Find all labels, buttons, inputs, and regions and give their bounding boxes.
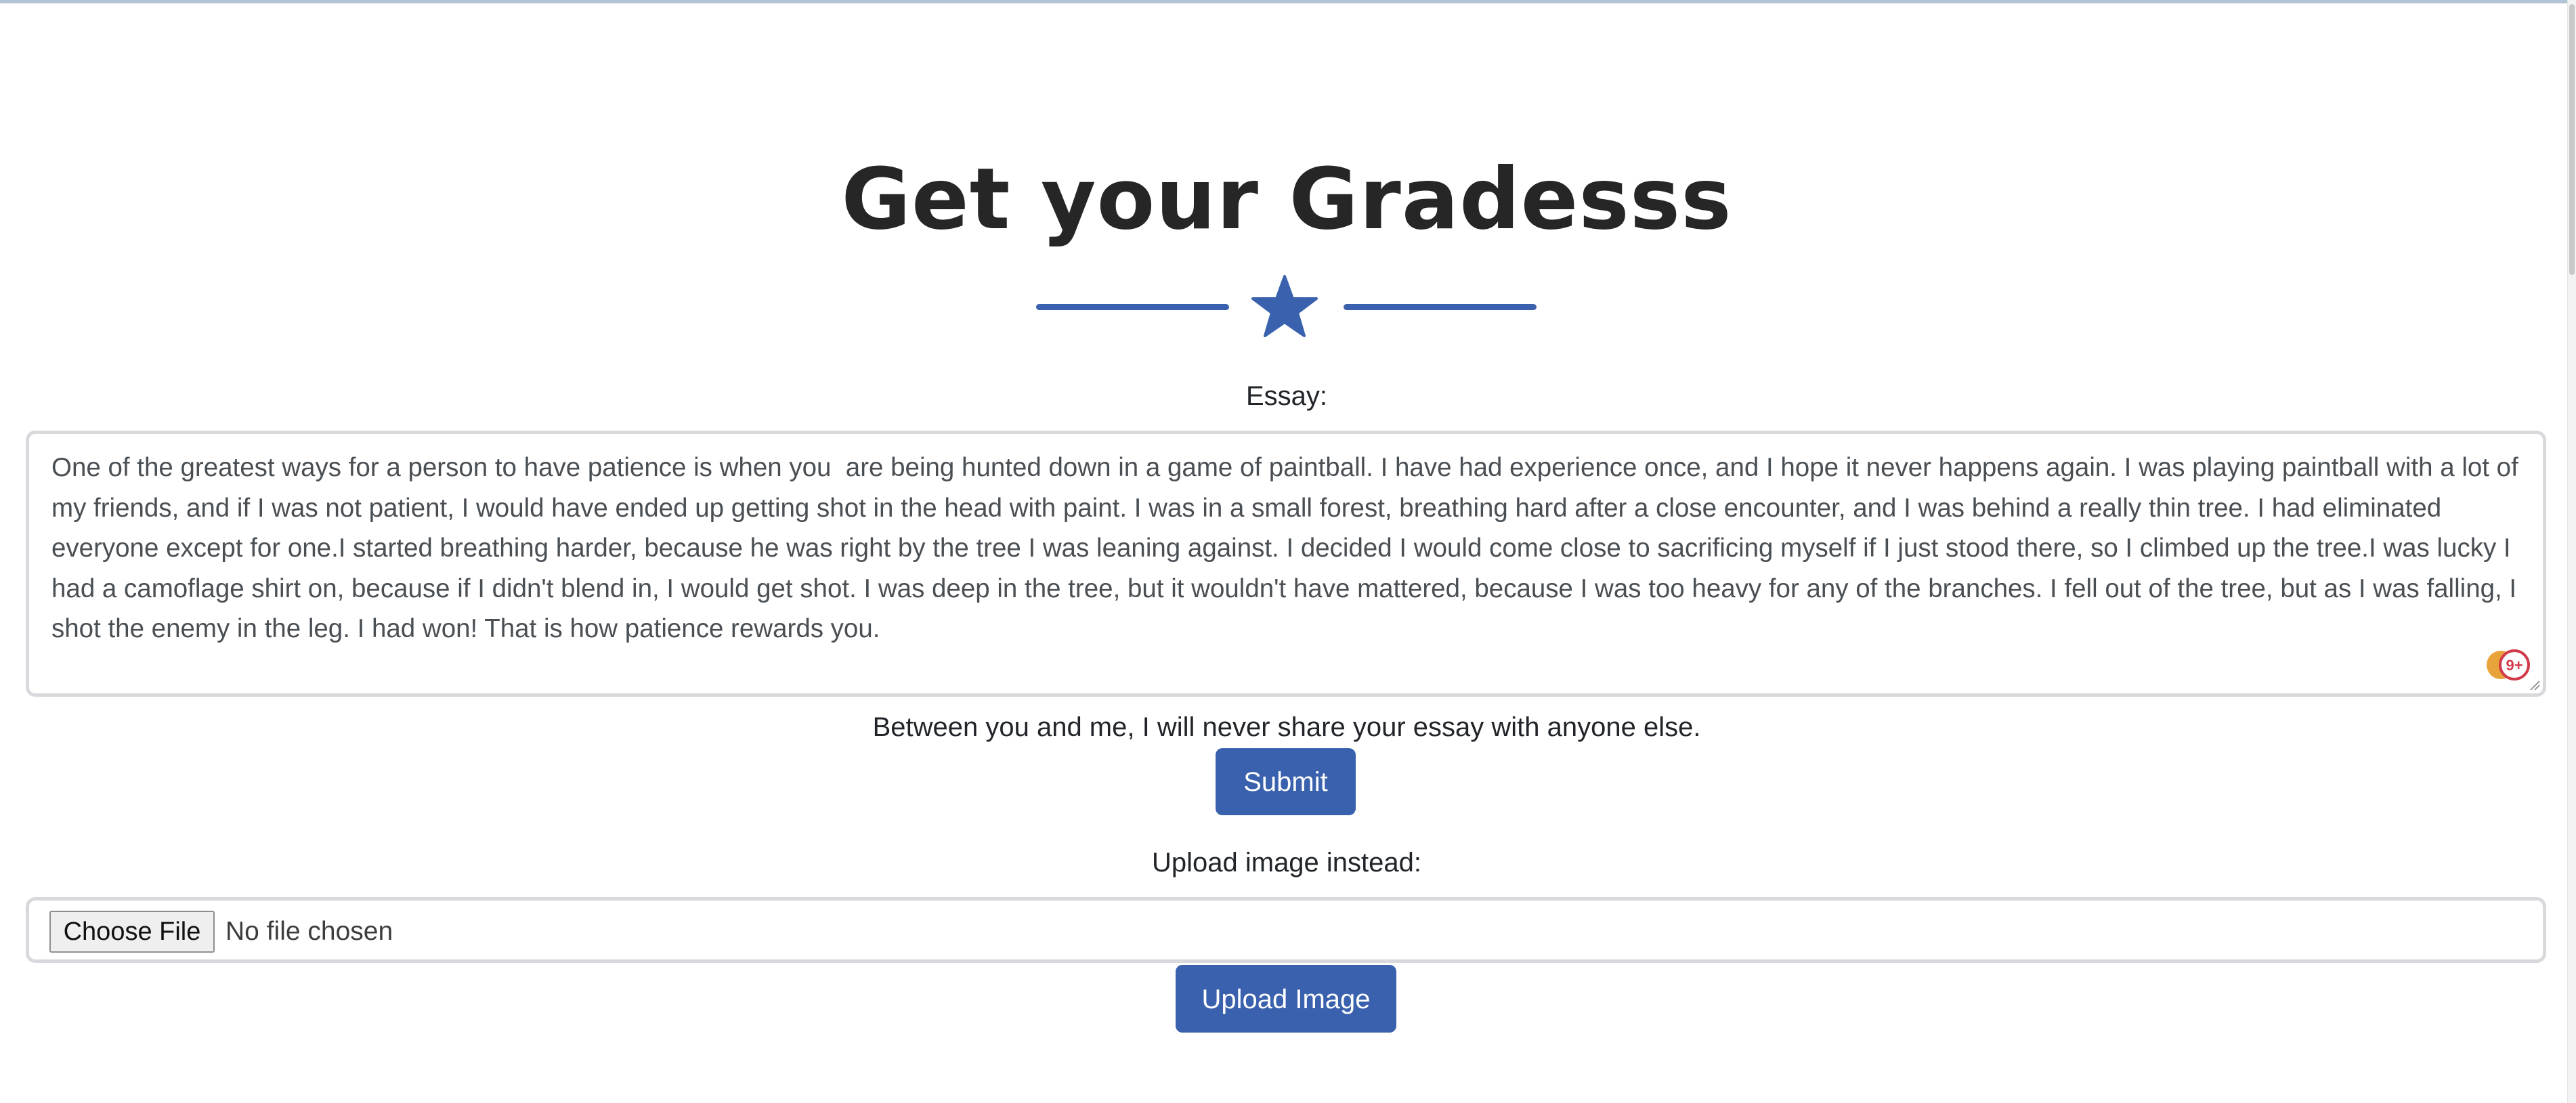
essay-label: Essay: (1245, 381, 1328, 411)
window-top-border (0, 0, 2576, 3)
privacy-note: Between you and me, I will never share y… (872, 712, 1701, 742)
divider-line-right (1344, 304, 1537, 310)
scrollbar-thumb[interactable] (2569, 4, 2575, 275)
grammar-badge-count: 9+ (2506, 657, 2523, 674)
file-status: No file chosen (226, 917, 393, 946)
upload-image-button[interactable]: Upload Image (1176, 965, 1396, 1033)
divider-line-left (1036, 304, 1229, 310)
submit-button[interactable]: Submit (1216, 748, 1356, 815)
essay-text[interactable]: One of the greatest ways for a person to… (51, 448, 2520, 649)
resize-grip-icon[interactable] (2528, 678, 2540, 691)
page-title: Get your Gradesss (841, 150, 1732, 248)
grammar-checker-icon[interactable]: 9+ (2485, 647, 2532, 683)
star-icon (1251, 275, 1318, 337)
essay-textarea[interactable]: One of the greatest ways for a person to… (26, 431, 2546, 697)
upload-label: Upload image instead: (1151, 848, 1422, 878)
title-divider (1036, 274, 1537, 339)
choose-file-button[interactable]: Choose File (49, 911, 215, 953)
file-input[interactable]: Choose File No file chosen (26, 897, 2546, 963)
page-scrollbar[interactable] (2567, 0, 2576, 1103)
